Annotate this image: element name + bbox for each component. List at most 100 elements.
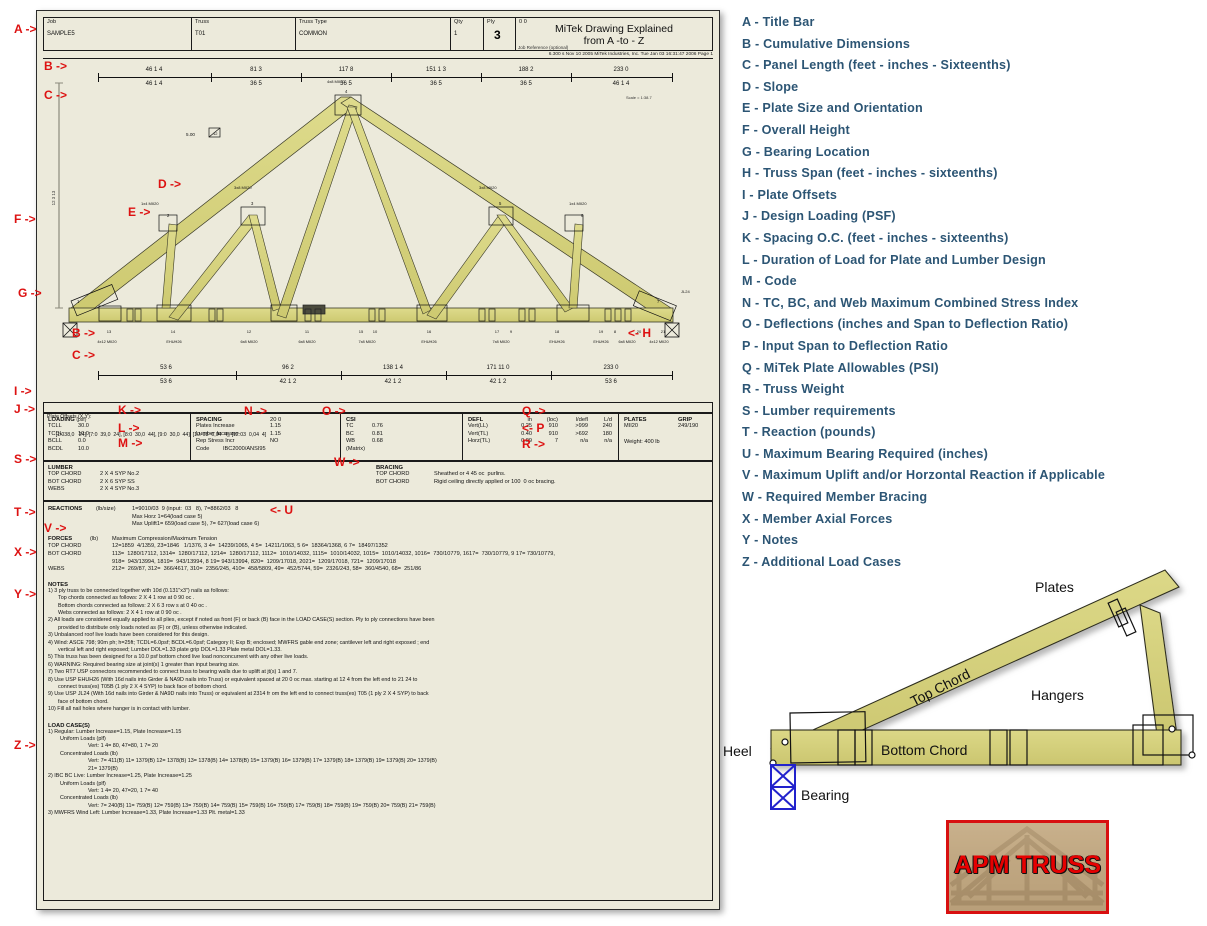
title-divider <box>43 58 713 59</box>
note-item: connect truss(es) T05B (1 ply 2 X 4 SYP)… <box>58 684 228 691</box>
note-item: Top chords connected as follows: 2 X 4 1… <box>58 595 195 602</box>
lumber-tc-value: 2 X 4 SYP No.2 <box>100 471 140 477</box>
svg-text:3x8 MII20: 3x8 MII20 <box>479 185 497 190</box>
plates-increase-value: 1.15 <box>270 423 281 429</box>
lumber-tc-label: TOP CHORD <box>48 471 82 477</box>
bot-cumdim-0: 53 6 <box>160 365 172 371</box>
callout-D: D -> <box>158 177 182 191</box>
label-hangers: Hangers <box>1031 687 1084 703</box>
bracing-bc-label: BOT CHORD <box>376 478 410 485</box>
load-case-item: Uniform Loads (plf) <box>60 736 106 743</box>
tcll-label: TCLL <box>48 423 62 429</box>
svg-text:1x4 MII20: 1x4 MII20 <box>569 201 587 206</box>
legend-item-W: W - Required Member Bracing <box>742 490 928 505</box>
note-item: 9) Use USP JL24 (With 16d nails into Gir… <box>48 691 429 698</box>
legend-item-R: R - Truss Weight <box>742 382 845 397</box>
plate-offsets-row: Plate Offsets (X,Y): [1:038,0 24], [7:0 … <box>43 402 713 438</box>
legend-item-O: O - Deflections (inches and Span to Defl… <box>742 317 1069 332</box>
bot-paneldim-3: 42 1 2 <box>489 379 507 385</box>
design-data-panel: LOADING (psf) TCLL 30.0 TCDL 10.0 BCLL 0.0 … <box>43 413 713 461</box>
bracing-tc-value: Sheathed or 4 45 oc purlins. <box>434 471 506 477</box>
note-item: 1) 3 ply truss to be connected together … <box>48 587 229 594</box>
note-item: 6) WARNING: Required bearing size at joi… <box>48 661 240 668</box>
logo-text: APM TRUSS <box>953 851 1102 879</box>
svg-text:12: 12 <box>247 329 252 334</box>
tcdl-value: 10.0 <box>78 430 89 437</box>
svg-text:11: 11 <box>305 329 310 334</box>
bot-paneldim-1: 42 1 2 <box>279 379 297 385</box>
legend-item-B: B - Cumulative Dimensions <box>742 36 911 51</box>
ply-label: Ply <box>487 19 495 25</box>
note-item: face of bottom chord. <box>58 698 109 705</box>
forces-webs-value: 212= 269/87, 312= 366/4617, 310= 2356/24… <box>112 566 422 573</box>
csi-tc-value: 0.76 <box>372 423 383 429</box>
legend-item-A: A - Title Bar <box>742 15 815 29</box>
reactions-header: REACTIONS <box>48 506 83 512</box>
apm-truss-logo: APM TRUSS <box>946 820 1109 914</box>
svg-text:8: 8 <box>614 329 617 334</box>
bot-paneldim-2: 42 1 2 <box>384 379 402 385</box>
reactions-maxuplift: Max Uplift1= 659(load case 5), 7= 627(lo… <box>132 521 260 528</box>
legend-item-S: S - Lumber requirements <box>742 403 896 418</box>
callout-K: K -> <box>118 403 142 417</box>
forces-tc-value: 12=1859 4/1359, 23=1846 1/1376, 3 4= 142… <box>112 543 388 550</box>
callout-I: I -> <box>14 384 32 398</box>
job-reference-label: Job Reference (optional) <box>518 45 569 50</box>
ply-value: 3 <box>494 28 501 42</box>
lumber-bc-label: BOT CHORD <box>48 478 82 485</box>
callout-J: J -> <box>14 402 36 416</box>
note-item: provided to distribute only loads noted … <box>58 624 248 631</box>
note-item: 7) Two RT7 USP connectors recommended to… <box>48 669 298 676</box>
callout-C-top: C -> <box>44 88 68 102</box>
qty-value: 1 <box>454 31 458 37</box>
forces-webs-label: WEBS <box>48 566 65 573</box>
reactions-unit: (lb/size) <box>96 506 116 512</box>
job-reference-top: 0 0 <box>519 19 527 25</box>
lumber-increase-value: 1.15 <box>270 430 281 437</box>
callout-Y: Y -> <box>14 587 37 601</box>
svg-text:6x8 MII20: 6x8 MII20 <box>298 339 316 344</box>
callout-L: L -> <box>118 421 140 435</box>
forces-tc-label: TOP CHORD <box>48 543 82 550</box>
truss-weight: Weight: 400 lb <box>624 438 660 445</box>
callout-B-bottom: B -> <box>72 326 96 340</box>
svg-text:EHUH26: EHUH26 <box>421 339 436 344</box>
svg-text:13: 13 <box>107 329 112 334</box>
note-item: 2) All loads are considered equally appl… <box>48 617 435 624</box>
legend-item-C: C - Panel Length (feet - inches - Sixtee… <box>742 58 1011 73</box>
svg-text:2: 2 <box>167 213 170 218</box>
callout-G: G -> <box>18 286 42 300</box>
bottom-dimension-line <box>98 371 673 380</box>
bot-cumdim-3: 171 11 0 <box>486 365 510 371</box>
defl-horztl-ld: n/a <box>604 438 612 445</box>
tcdl-label: TCDL <box>48 430 63 437</box>
callout-R: R -> <box>522 437 546 451</box>
legend-item-H: H - Truss Span (feet - inches - sixteent… <box>742 166 998 181</box>
defl-verttl-ld: 180 <box>602 430 612 437</box>
notes-panel: REACTIONS (lb/size) 1=9010/03 9 (input: 03… <box>43 501 713 901</box>
load-case-item: 21= 1379(B) <box>88 765 118 772</box>
legend-item-J: J - Design Loading (PSF) <box>742 209 896 224</box>
svg-text:14: 14 <box>171 329 176 334</box>
csi-bc-label: BC <box>346 430 354 437</box>
rep-stress-value: NO <box>270 438 279 445</box>
plates-value: MII20 <box>624 423 638 429</box>
defl-vertll-ld: 240 <box>602 423 612 429</box>
mitek-drawing-sheet: Job SAMPLE5 Truss T01 Truss Type COMMON … <box>36 10 720 910</box>
load-case-item: Concentrated Loads (lb) <box>60 750 118 757</box>
legend-item-G: G - Bearing Location <box>742 144 870 159</box>
plates-increase-label: Plates Increase <box>196 423 235 429</box>
job-label: Job <box>47 19 57 25</box>
legend-list: A - Title Bar B - Cumulative Dimensions … <box>742 12 1202 573</box>
svg-text:4x12 MII20: 4x12 MII20 <box>649 339 669 344</box>
drawing-footer: 6.300 s Nov 10 2005 MiTek Industries, In… <box>548 52 713 57</box>
forces-header: FORCES <box>48 535 73 542</box>
legend-item-Q: Q - MiTek Plate Allowables (PSI) <box>742 360 939 375</box>
svg-text:6: 6 <box>581 213 584 218</box>
label-heel: Heel <box>723 743 752 759</box>
bot-cumdim-4: 233 0 <box>603 365 619 371</box>
forces-unit: (lb) <box>90 535 99 542</box>
job-value: SAMPLE5 <box>47 31 75 37</box>
svg-text:EHUH26: EHUH26 <box>166 339 181 344</box>
svg-text:10: 10 <box>373 329 378 334</box>
